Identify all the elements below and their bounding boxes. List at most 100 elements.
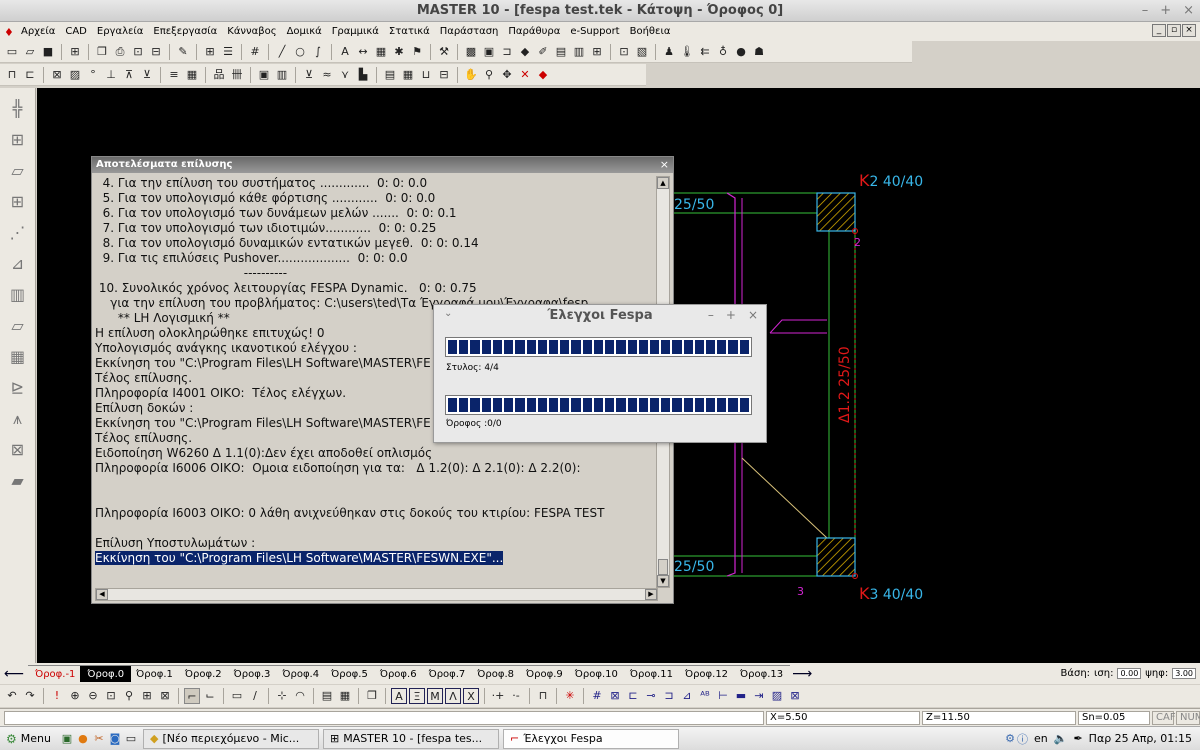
copy-layer-icon[interactable]: ❐ [364,688,380,704]
menu-view[interactable]: Παράσταση [435,26,504,37]
hatch-icon[interactable]: ▨ [67,67,83,83]
point-plus-icon[interactable]: ·+ [490,688,506,704]
roof-tool-icon[interactable]: ⊿ [7,253,29,275]
list-icon[interactable]: ☰ [220,44,236,60]
menu-files[interactable]: Αρχεία [16,26,60,37]
app-launcher-icon[interactable]: ◙ [107,731,123,747]
mdi-restore-button[interactable]: ▫ [1167,24,1181,37]
desktop-icon[interactable]: ▣ [59,731,75,747]
crosshair-icon[interactable]: ✳ [562,688,578,704]
column-tool-icon[interactable]: ╬ [7,98,29,120]
taskbar-task-document[interactable]: ◆ [Νέο περιεχόμενο - Mic... [142,728,319,749]
measure-icon[interactable]: ▭ [229,688,245,704]
scroll-down-button[interactable]: ▼ [657,575,669,587]
floor-isi-field[interactable]: 0.00 [1117,668,1142,679]
circle-icon[interactable]: ○ [292,44,308,60]
line-icon[interactable]: ╱ [274,44,290,60]
arrows-icon[interactable]: ⇇ [697,44,713,60]
slab-tool-icon[interactable]: ▱ [7,160,29,182]
zoom-window-icon[interactable]: ⊡ [103,688,119,704]
menu-edit[interactable]: Επεξεργασία [148,26,222,37]
report4-icon[interactable]: ⊟ [436,67,452,83]
stair-tool-icon[interactable]: ⋰ [7,222,29,244]
scroll-up-button[interactable]: ▲ [657,177,669,189]
menu-static[interactable]: Στατικά [384,26,435,37]
camera-icon[interactable]: ☗ [751,44,767,60]
floor-tab[interactable]: Όροφ.11 [622,665,680,682]
scroll-right-button[interactable]: ▶ [645,589,657,600]
foundation-icon[interactable]: ⊻ [139,67,155,83]
window-icon[interactable]: ▣ [481,44,497,60]
floor-tab[interactable]: Όροφ.0 [80,665,132,682]
calc-icon[interactable]: ▦ [184,67,200,83]
grid-select-icon[interactable]: ⊞ [202,44,218,60]
zoom-all-icon[interactable]: ⊞ [139,688,155,704]
snap-6-icon[interactable]: ᴬᴮ [697,688,713,704]
open-folder-icon[interactable]: ▱ [22,44,38,60]
truss-tool-icon[interactable]: ⊠ [7,439,29,461]
volume-icon[interactable]: 🔈 [1054,732,1068,745]
dialog-menu-icon[interactable]: ⌄ [444,308,452,319]
brush-icon[interactable]: ✐ [535,44,551,60]
chart-icon[interactable]: ▥ [274,67,290,83]
m-box-icon[interactable]: M [427,688,443,704]
zoom-in-icon[interactable]: ⊕ [67,688,83,704]
slab-edit-icon[interactable]: ⊠ [49,67,65,83]
pin-icon[interactable]: ♁ [715,44,731,60]
tabs-right-arrow-icon[interactable]: ⟶ [788,666,816,682]
plate-tool-icon[interactable]: ▱ [7,315,29,337]
snap-5-icon[interactable]: ⊿ [679,688,695,704]
selected-result-line[interactable]: Εκκίνηση του "C:\Program Files\LH Softwa… [95,551,504,565]
nodes-icon[interactable]: ⊹ [274,688,290,704]
redo-icon[interactable]: ↷ [22,688,38,704]
snap-2-icon[interactable]: ⊏ [625,688,641,704]
diagram-icon[interactable]: ⊻ [301,67,317,83]
floor-tab[interactable]: Όροφ.13 [733,665,791,682]
tabs-left-arrow-icon[interactable]: ⟵ [0,666,28,682]
node-icon[interactable]: ° [85,67,101,83]
floor-tab[interactable]: Όροφ.6 [372,665,424,682]
eraser2-icon[interactable]: ◆ [535,67,551,83]
copy-icon[interactable]: ❐ [94,44,110,60]
point-minus-icon[interactable]: ·- [508,688,524,704]
snap-1-icon[interactable]: ⊠ [607,688,623,704]
floor-tab[interactable]: Όροφ.12 [677,665,736,682]
frame-tool-icon[interactable]: ⊞ [7,129,29,151]
truss-icon[interactable]: 卌 [229,67,245,83]
report-icon[interactable]: ▤ [382,67,398,83]
save-icon[interactable]: ■ [40,44,56,60]
start-menu-button[interactable]: Menu [21,732,51,745]
export-icon[interactable]: ⊟ [148,44,164,60]
zoom-out-icon[interactable]: ⊖ [85,688,101,704]
eraser-icon[interactable]: ◆ [517,44,533,60]
e-box-icon[interactable]: Ξ [409,688,425,704]
thermometer-icon[interactable]: 🌡 [679,44,695,60]
layers-grid-icon[interactable]: ▦ [337,688,353,704]
floor-plan-icon[interactable]: ⊓ [4,67,20,83]
taskbar-task-master[interactable]: ⊞ MASTER 10 - [fespa tes... [322,728,499,749]
tools-icon[interactable]: ⚒ [436,44,452,60]
clock[interactable]: Παρ 25 Απρ, 01:15 [1089,732,1192,745]
calculator-tool-icon[interactable]: ▦ [7,346,29,368]
wave-icon[interactable]: ≈ [319,67,335,83]
undo-icon[interactable]: ↶ [4,688,20,704]
layer-icon[interactable]: ▤ [319,688,335,704]
menu-tools[interactable]: Εργαλεία [92,26,148,37]
frame-icon[interactable]: ▥ [571,44,587,60]
flag-icon[interactable]: ⚑ [409,44,425,60]
scroll-left-button[interactable]: ◀ [96,589,108,600]
marker-icon[interactable]: ✱ [391,44,407,60]
floor-tab[interactable]: Όροφ.-1 [28,665,83,682]
report3-icon[interactable]: ⊔ [418,67,434,83]
close-button[interactable]: × [1183,0,1194,22]
floor-ypsi-field[interactable]: 3.00 [1172,668,1196,679]
menu-icon[interactable]: ⚙ [6,732,17,746]
new-file-icon[interactable]: ▭ [4,44,20,60]
arc-icon[interactable]: ◠ [292,688,308,704]
pan-icon[interactable]: ⊠ [157,688,173,704]
book-tool-icon[interactable]: ▰ [7,470,29,492]
info-icon[interactable]: ⓘ [1017,731,1028,747]
menu-windows[interactable]: Παράθυρα [503,26,565,37]
mdi-close-button[interactable]: × [1182,24,1196,37]
wall-tool-icon[interactable]: ▥ [7,284,29,306]
